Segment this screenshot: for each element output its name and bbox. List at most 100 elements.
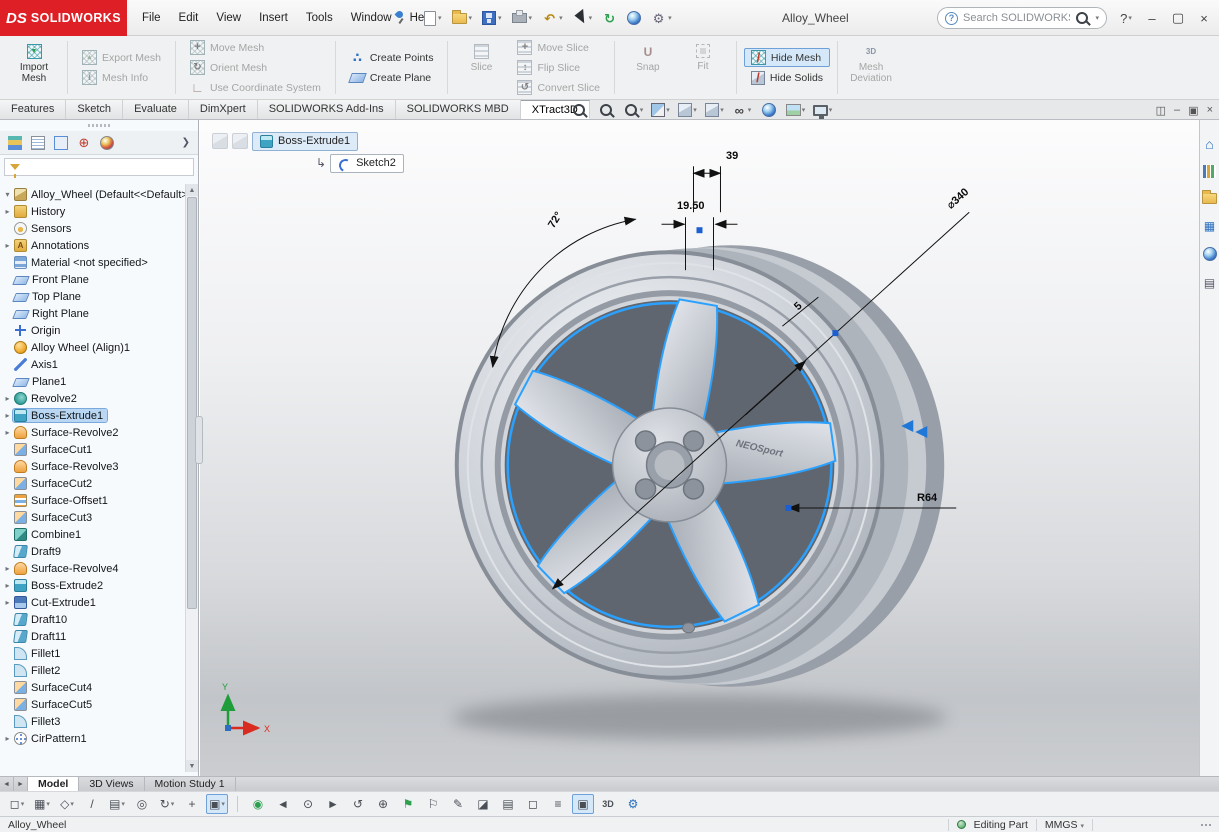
doc-tab-3d-views[interactable]: 3D Views: [79, 777, 144, 791]
panel-grip[interactable]: [0, 120, 198, 131]
scroll-up-icon[interactable]: ▲: [186, 184, 198, 196]
panel-splitter-handle[interactable]: [195, 416, 203, 464]
tree-item-history[interactable]: ▸History: [2, 203, 185, 220]
search-dropdown-icon[interactable]: ▾: [1095, 14, 1099, 22]
file-explorer-tab[interactable]: [1202, 192, 1217, 204]
custom-properties-tab[interactable]: ▤: [1202, 275, 1217, 290]
options-button[interactable]: ⚙▾: [647, 9, 676, 28]
expand-icon[interactable]: ▸: [2, 241, 13, 250]
help-button[interactable]: ?▾: [1113, 6, 1139, 30]
hide-elements-button[interactable]: ▣: [572, 794, 594, 814]
menu-edit[interactable]: Edit: [170, 9, 208, 27]
step-back-button[interactable]: ◄: [272, 794, 294, 814]
mesh-deviation-button[interactable]: 3DMesh Deviation: [845, 38, 897, 97]
search-box[interactable]: Search SOLIDWORKS Help ▾: [937, 7, 1107, 29]
tree-item-surfacecut1[interactable]: SurfaceCut1: [2, 441, 185, 458]
target-button[interactable]: ◎: [131, 794, 153, 814]
create-points-button[interactable]: ∴Create Points: [343, 48, 441, 67]
configurationmanager-tab[interactable]: [54, 136, 68, 150]
erase-button[interactable]: ◪: [472, 794, 494, 814]
search-icon[interactable]: [1075, 11, 1090, 26]
menu-view[interactable]: View: [207, 9, 250, 27]
doc-tab-model[interactable]: Model: [28, 777, 79, 791]
orient-mesh-button[interactable]: ↻Orient Mesh: [183, 58, 328, 77]
edit-appearance-button[interactable]: [755, 101, 782, 120]
menu-tools[interactable]: Tools: [297, 9, 342, 27]
tree-item-axis1[interactable]: Axis1: [2, 356, 185, 373]
slice-button[interactable]: Slice: [455, 38, 507, 97]
record-button[interactable]: ⊙: [297, 794, 319, 814]
displaymanager-tab[interactable]: [100, 136, 114, 150]
menu-insert[interactable]: Insert: [250, 9, 297, 27]
view-settings-button[interactable]: ▾: [809, 101, 836, 120]
view-orientation-button[interactable]: ▾: [674, 101, 701, 120]
units-selector[interactable]: MMGS ▾: [1045, 819, 1084, 831]
flip-slice-button[interactable]: ↕Flip Slice: [510, 58, 606, 77]
tree-item-surface-revolve2[interactable]: ▸Surface-Revolve2: [2, 424, 185, 441]
move-slice-button[interactable]: +Move Slice: [510, 38, 606, 57]
tree-item-cut-extrude1[interactable]: ▸Cut-Extrude1: [2, 594, 185, 611]
dimension-r64[interactable]: R64: [917, 492, 937, 504]
expand-icon[interactable]: ▸: [2, 411, 13, 420]
tree-item-boss-extrude1[interactable]: ▸Boss-Extrude1: [2, 407, 185, 424]
expand-icon[interactable]: ▸: [2, 428, 13, 437]
grid-view-button[interactable]: ▤▾: [106, 794, 128, 814]
search-input[interactable]: Search SOLIDWORKS Help: [963, 12, 1070, 24]
dropdown-icon[interactable]: ▾: [498, 14, 502, 22]
tree-item-annotations[interactable]: ▸Annotations: [2, 237, 185, 254]
panel-expand-icon[interactable]: ❯: [182, 137, 190, 148]
dropdown-icon[interactable]: ▾: [559, 14, 563, 22]
breadcrumb-feature[interactable]: Boss-Extrude1: [252, 132, 358, 151]
tab-sketch[interactable]: Sketch: [66, 100, 123, 119]
section-view-button[interactable]: ▾: [647, 101, 674, 120]
mesh-info-button[interactable]: iMesh Info: [75, 68, 168, 87]
select-box-button[interactable]: ◻: [522, 794, 544, 814]
appearances-tab[interactable]: [1203, 247, 1217, 261]
resources-tab[interactable]: ⌂: [1202, 136, 1217, 151]
tree-item-draft11[interactable]: Draft11: [2, 628, 185, 645]
design-library-tab[interactable]: [1203, 165, 1216, 178]
snap-button[interactable]: USnap: [622, 38, 674, 97]
tree-item-surfacecut3[interactable]: SurfaceCut3: [2, 509, 185, 526]
tree-item-plane1[interactable]: Plane1: [2, 373, 185, 390]
breadcrumb-sketch[interactable]: Sketch2: [330, 154, 404, 173]
expand-icon[interactable]: ▸: [2, 598, 13, 607]
settings-button[interactable]: ⚙: [622, 794, 644, 814]
view-palette-tab[interactable]: ▦: [1202, 218, 1217, 233]
navigate-button[interactable]: ◉: [247, 794, 269, 814]
open-button[interactable]: ▾: [448, 11, 477, 26]
tree-item-surfacecut2[interactable]: SurfaceCut2: [2, 475, 185, 492]
flag-start-button[interactable]: ⚑: [397, 794, 419, 814]
tree-item-fillet1[interactable]: Fillet1: [2, 645, 185, 662]
hide-show-items-button[interactable]: ∞▾: [728, 101, 755, 120]
anchor-button[interactable]: ⊕: [372, 794, 394, 814]
units-dropdown-icon[interactable]: ▾: [1080, 823, 1084, 830]
cascade-windows-icon[interactable]: ◫: [1156, 104, 1166, 117]
tab-scroll-left-icon[interactable]: ◄: [0, 777, 14, 791]
view-cube-button[interactable]: ◻▾: [6, 794, 28, 814]
tab-solidworks-add-ins[interactable]: SOLIDWORKS Add-Ins: [258, 100, 396, 119]
pan-button[interactable]: +: [181, 794, 203, 814]
dimension-39[interactable]: 39: [726, 150, 738, 162]
tab-features[interactable]: Features: [0, 100, 66, 119]
expand-icon[interactable]: ▸: [2, 394, 13, 403]
featuremanager-tab[interactable]: [8, 136, 22, 150]
axis-view-button[interactable]: /: [81, 794, 103, 814]
save-button[interactable]: ▾: [478, 9, 506, 27]
breadcrumb-part-icon[interactable]: [212, 133, 228, 149]
tree-item-surface-revolve3[interactable]: Surface-Revolve3: [2, 458, 185, 475]
minimize-button[interactable]: –: [1139, 6, 1165, 30]
zoom-fit-button[interactable]: [566, 101, 593, 120]
minimize-document-icon[interactable]: –: [1174, 104, 1180, 116]
reset-view-button[interactable]: ↺: [347, 794, 369, 814]
breadcrumb-body-icon[interactable]: [232, 133, 248, 149]
dropdown-icon[interactable]: ▾: [529, 14, 533, 22]
new-document-button[interactable]: ▾: [420, 9, 446, 28]
flag-end-button[interactable]: ⚐: [422, 794, 444, 814]
alloy-wheel-model[interactable]: NEOSport: [452, 245, 948, 740]
dimxpertmanager-tab[interactable]: ⊕: [77, 136, 91, 150]
step-forward-button[interactable]: ►: [322, 794, 344, 814]
display-style-button[interactable]: ▾: [701, 101, 728, 120]
tree-item-front-plane[interactable]: Front Plane: [2, 271, 185, 288]
section-grid-button[interactable]: ▣▾: [206, 794, 228, 814]
